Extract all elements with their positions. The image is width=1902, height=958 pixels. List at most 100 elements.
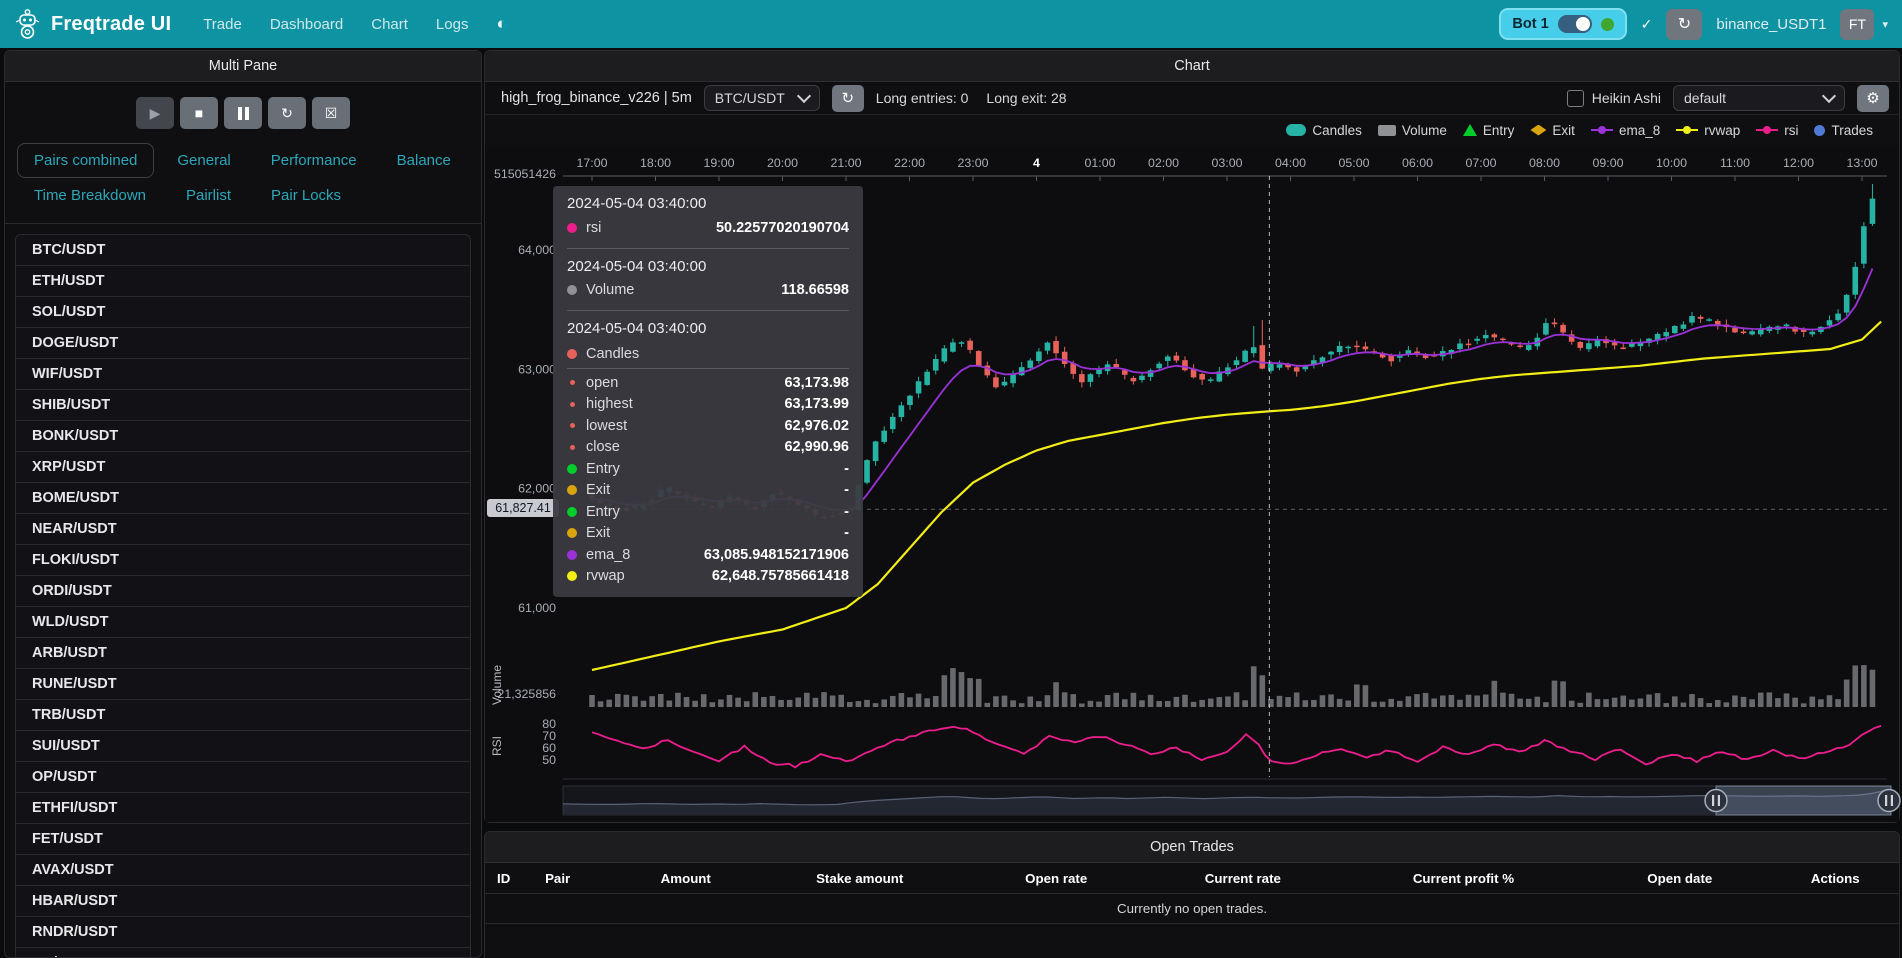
- chart-plot-area[interactable]: 17:0018:0019:0020:0021:0022:0023:00401:0…: [485, 145, 1899, 822]
- column-header-open-date[interactable]: Open date: [1588, 871, 1772, 886]
- tooltip-row-rvwap: rvwap62,648.75785661418: [567, 566, 849, 588]
- column-header-stake-amount[interactable]: Stake amount: [754, 871, 966, 886]
- pair-list-item[interactable]: BTC/USDT: [16, 235, 470, 265]
- column-header-id[interactable]: ID: [485, 871, 533, 886]
- svg-text:21,325856: 21,325856: [497, 687, 556, 701]
- tooltip-label: close: [586, 439, 620, 455]
- chevron-down-icon[interactable]: ▾: [1882, 18, 1888, 31]
- nav-item-trade[interactable]: Trade: [203, 16, 242, 33]
- pair-list-item[interactable]: SHIB/USDT: [16, 389, 470, 420]
- tab-performance[interactable]: Performance: [254, 143, 374, 178]
- legend-item-rvwap[interactable]: rvwap: [1676, 123, 1740, 138]
- column-header-current-profit-[interactable]: Current profit %: [1339, 871, 1588, 886]
- reload-config-button[interactable]: ↻: [268, 97, 306, 129]
- pair-list-item[interactable]: ETHFI/USDT: [16, 792, 470, 823]
- column-header-amount[interactable]: Amount: [618, 871, 754, 886]
- pair-list-item[interactable]: FET/USDT: [16, 823, 470, 854]
- pair-list-item[interactable]: RUNE/USDT: [16, 668, 470, 699]
- pair-list-item[interactable]: XRP/USDT: [16, 451, 470, 482]
- legend-item-rsi[interactable]: rsi: [1756, 123, 1798, 138]
- tab-general[interactable]: General: [160, 143, 247, 178]
- reload-bot-button[interactable]: ↻: [1666, 9, 1702, 40]
- long-entries-stat: Long entries: 0: [876, 90, 969, 106]
- legend-item-candles[interactable]: Candles: [1286, 123, 1362, 138]
- pair-list-item[interactable]: TRB/USDT: [16, 699, 470, 730]
- pair-list-item[interactable]: RNDR/USDT: [16, 916, 470, 947]
- column-header-open-rate[interactable]: Open rate: [966, 871, 1147, 886]
- forcequit-button[interactable]: ☒: [312, 97, 350, 129]
- bot-selector[interactable]: Bot 1: [1499, 8, 1626, 40]
- tab-pairs-combined[interactable]: Pairs combined: [17, 143, 154, 178]
- pair-list-item[interactable]: BOME/USDT: [16, 482, 470, 513]
- legend-item-volume[interactable]: Volume: [1378, 123, 1447, 138]
- tooltip-row-close: close 62,990.96: [567, 437, 849, 459]
- pair-list-item[interactable]: BONK/USDT: [16, 420, 470, 451]
- series-dot-icon: [570, 423, 575, 428]
- nav-item-logs[interactable]: Logs: [436, 16, 469, 33]
- tooltip-row-Candles: Candles: [567, 342, 849, 369]
- pair-list-item[interactable]: AVAX/USDT: [16, 854, 470, 885]
- heikin-ashi-checkbox[interactable]: [1567, 90, 1584, 107]
- stop-button[interactable]: ■: [180, 97, 218, 129]
- chevron-down-icon: [797, 89, 811, 103]
- bot-toggle[interactable]: [1558, 15, 1592, 33]
- refresh-chart-button[interactable]: ↻: [832, 85, 864, 112]
- pair-list-item[interactable]: HBAR/USDT: [16, 885, 470, 916]
- legend-item-entry[interactable]: Entry: [1463, 123, 1515, 138]
- tooltip-row-Volume: Volume118.66598: [567, 280, 849, 302]
- pair-list-item[interactable]: WLD/USDT: [16, 606, 470, 637]
- tab-time-breakdown[interactable]: Time Breakdown: [17, 178, 163, 213]
- plot-settings-button[interactable]: ⚙: [1857, 85, 1889, 112]
- brand[interactable]: Freqtrade UI: [14, 8, 171, 40]
- tab-pair-locks[interactable]: Pair Locks: [254, 178, 358, 213]
- tooltip-value: 62,990.96: [784, 439, 849, 455]
- chart-legend: Candles Volume Entry Exit ema_8 rvwap rsi Trade…: [485, 115, 1899, 145]
- legend-label: rvwap: [1704, 123, 1740, 138]
- tab-balance[interactable]: Balance: [380, 143, 468, 178]
- pair-select[interactable]: BTC/USDT: [704, 85, 820, 111]
- avatar[interactable]: FT: [1840, 9, 1874, 40]
- column-header-actions[interactable]: Actions: [1772, 871, 1899, 886]
- svg-text:19:00: 19:00: [703, 156, 734, 170]
- legend-item-ema_8[interactable]: ema_8: [1591, 123, 1660, 138]
- series-dot-icon: [570, 445, 575, 450]
- start-button[interactable]: ▶: [136, 97, 174, 129]
- svg-text:4: 4: [1033, 156, 1040, 170]
- exit-swatch-icon: [1530, 125, 1546, 136]
- pair-list-item[interactable]: FLOKI/USDT: [16, 544, 470, 575]
- strategy-label: high_frog_binance_v226 | 5m: [501, 90, 692, 106]
- column-header-current-rate[interactable]: Current rate: [1147, 871, 1339, 886]
- pair-list-item[interactable]: ETH/USDT: [16, 265, 470, 296]
- column-header-pair[interactable]: Pair: [533, 871, 618, 886]
- legend-item-trades[interactable]: Trades: [1814, 123, 1873, 138]
- svg-text:22:00: 22:00: [894, 156, 925, 170]
- nav-item-dashboard[interactable]: Dashboard: [270, 16, 343, 33]
- pair-list-item[interactable]: ARB/USDT: [16, 637, 470, 668]
- tooltip-row-ema_8: ema_863,085.948152171906: [567, 544, 849, 566]
- check-icon[interactable]: ✓: [1641, 16, 1653, 33]
- svg-text:Volume: Volume: [490, 665, 504, 705]
- nav-item-chart[interactable]: Chart: [371, 16, 408, 33]
- pair-list-item[interactable]: SUI/USDT: [16, 730, 470, 761]
- pair-list-item[interactable]: SOL/USDT: [16, 296, 470, 327]
- legend-label: Exit: [1552, 123, 1575, 138]
- legend-label: rsi: [1784, 123, 1798, 138]
- tab-pairlist[interactable]: Pairlist: [169, 178, 248, 213]
- pair-list-item[interactable]: NEAR/USDT: [16, 513, 470, 544]
- svg-text:21:00: 21:00: [830, 156, 861, 170]
- open-trades-header-row: IDPairAmountStake amountOpen rateCurrent…: [485, 863, 1899, 894]
- svg-text:04:00: 04:00: [1275, 156, 1306, 170]
- series-dot-icon: [570, 402, 575, 407]
- pair-list-item[interactable]: DOGE/USDT: [16, 327, 470, 358]
- pair-list-item[interactable]: WIF/USDT: [16, 358, 470, 389]
- tooltip-label: rvwap: [586, 568, 625, 584]
- open-trades-table: IDPairAmountStake amountOpen rateCurrent…: [485, 863, 1899, 958]
- pair-list-item[interactable]: ORDI/USDT: [16, 575, 470, 606]
- pair-list-item[interactable]: AR/USDT: [16, 947, 470, 958]
- legend-item-exit[interactable]: Exit: [1530, 123, 1575, 138]
- theme-toggle-icon[interactable]: ◐: [496, 14, 506, 34]
- pause-button[interactable]: [224, 97, 262, 129]
- plot-config-select[interactable]: default: [1673, 85, 1845, 111]
- tooltip-label: Entry: [586, 461, 620, 477]
- pair-list-item[interactable]: OP/USDT: [16, 761, 470, 792]
